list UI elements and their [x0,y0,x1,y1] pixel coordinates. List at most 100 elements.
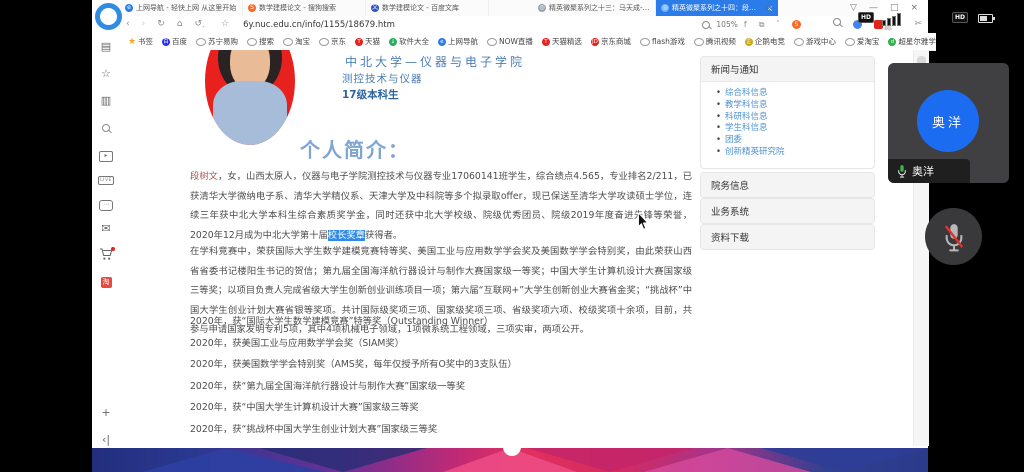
bookmark-item[interactable]: T 天猫精选 [542,36,582,47]
bookmark-item[interactable]: 京东 [319,36,346,47]
bookmark-item[interactable]: 淘宝 [283,36,310,47]
profile-photo [205,50,295,145]
participant-name-label: 奥洋 [912,163,934,179]
bookmark-item[interactable]: 企 企鹅电竞 [745,36,785,47]
minimize-button[interactable]: — [869,3,878,13]
chevron-down-icon[interactable]: ˅ [776,16,780,33]
search-icon[interactable] [92,122,120,135]
browser-tab[interactable]: S 数学建模论文 - 搜狗搜索 × [243,0,366,16]
sidebar-downloads-box[interactable]: 资料下载 [700,224,875,250]
add-tool-icon[interactable]: + [92,406,120,419]
sidebar-news-links: 综合科信息 教学科信息 科研科信息 学生科信息 团委 创新精英研究院 [701,88,874,159]
bookmark-label: 天猫 [365,36,380,47]
back-icon[interactable]: ‹ [126,16,130,33]
phone-screen: e 上网导航 - 轻快上网 从这里开始 × S 数学建模论文 - 搜狗搜索 × … [0,0,1024,472]
maximize-button[interactable]: □ [890,3,899,13]
bio-paragraph-1: 段树文，女，山西太原人，仪器与电子学院测控技术与仪器专业17060141班学生，… [190,167,692,245]
collapse-sidebar-icon[interactable]: ‹| [92,433,120,446]
share-f-icon[interactable]: f [744,16,747,33]
bookmark-item[interactable]: ↓ 软件大全 [389,36,429,47]
comments-icon[interactable]: ⋯ [92,196,120,211]
bookmark-item[interactable]: NOW直播 [487,36,533,47]
bookmark-item[interactable]: 腾讯视频 [694,36,736,47]
sidebar-news-title: 新闻与通知 [701,57,874,82]
address-url[interactable]: 6y.nuc.edu.cn/info/1155/18679.htm [243,20,395,30]
mute-microphone-button[interactable] [925,208,982,265]
signal-bars-icon [882,13,901,26]
close-button[interactable]: × [910,3,918,13]
zoom-lens-icon[interactable] [702,21,710,29]
volte-hd-icon: HD [858,12,874,23]
tab-title: 精英微聚系列之十四：段树文--量力 [672,3,761,13]
bookmark-label: 爱淘宝 [857,36,880,47]
screenshot-scissors-icon[interactable]: ✂ [914,16,922,33]
taobao-app-icon[interactable]: 淘 [92,274,120,288]
sidebar-news-link[interactable]: 综合科信息 [725,88,866,100]
bookmark-favicon-icon [319,38,329,46]
bookmark-item[interactable]: d 超星尔雅学习通 [888,36,936,47]
sidebar-news-link[interactable]: 学生科信息 [725,123,866,135]
bookmark-item[interactable]: 游戏中心 [794,36,836,47]
sidebar-news-link[interactable]: 创新精英研究院 [725,147,866,159]
browser-tab[interactable]: 文 数学建模论文 - 百度文库 × [366,0,489,16]
home-icon[interactable]: ⌂ [177,16,183,33]
send-page-icon[interactable]: ⧉ [759,16,765,33]
bookmark-label: 天猫精选 [552,36,582,47]
collection-card-icon[interactable]: ▤ [92,40,120,53]
bookmark-item[interactable]: T 天猫 [355,36,380,47]
zoom-level[interactable]: 105% [716,20,737,29]
section-title: 个人简介： [300,134,410,163]
new-tab-button[interactable]: + [760,0,776,16]
photo-shirt [213,81,287,145]
mail-icon[interactable]: ✉ [92,222,120,235]
bookmark-favicon-icon: 企 [745,38,753,46]
reload-icon[interactable]: ↻ [157,16,165,33]
bookmark-item[interactable]: flash游戏 [640,36,685,47]
bookmarks-bar: ★ 书签 百 百度 苏宁易购 搜索 [120,33,936,51]
grade-label: 17级本科生 [342,87,399,102]
bio-text-before: ，女，山西太原人，仪器与电子学院测控技术与仪器专业17060141班学生，综合绩… [190,171,692,240]
favorite-star-icon[interactable]: ☆ [221,16,229,33]
video-tv-icon[interactable]: ▸ [92,147,120,162]
bookmark-item[interactable]: JD 京东商城 [591,36,631,47]
bookmark-label: 百度 [172,36,187,47]
sidebar-systems-box[interactable]: 业务系统 [700,198,875,224]
bookmark-item[interactable]: 爱淘宝 [845,36,880,47]
sidebar-news-link[interactable]: 教学科信息 [725,100,866,112]
sidebar-news-link[interactable]: 科研科信息 [725,112,866,124]
sidebar-news-link[interactable]: 团委 [725,135,866,147]
bookmark-item[interactable]: ★ 书签 [128,36,153,47]
bookmark-favicon-icon: JD [591,38,599,46]
bookmark-label: 游戏中心 [806,36,836,47]
bookmark-item[interactable]: e 上网导航 [438,36,478,47]
sogou-extension-icon[interactable]: S [792,20,801,29]
bookmark-item[interactable]: 百 百度 [162,36,187,47]
participant-avatar: 奥洋 [917,90,979,152]
selected-text[interactable]: 校长奖章 [328,230,365,241]
bookmark-favicon-icon [283,38,293,46]
award-item: 2020年，获“第九届全国海洋航行器设计与制作大赛”国家级一等奖 [190,381,750,403]
bookmark-favicon-icon [845,38,855,46]
tab-favicon-icon: e [125,4,133,12]
browser-logo-icon[interactable] [95,3,122,30]
bookmark-item[interactable]: 搜索 [247,36,274,47]
bookmark-favicon-icon: 百 [162,38,170,46]
undo-icon[interactable]: ↺˯ [194,16,205,33]
sidebar-affairs-box[interactable]: 院务信息 [700,172,875,198]
reader-icon[interactable]: ▥ [92,94,120,107]
bookmark-label: 软件大全 [399,36,429,47]
forward-icon[interactable]: › [142,16,146,33]
bookmark-favicon-icon [247,38,257,46]
download-funnel-icon[interactable]: ▽ [850,3,857,13]
search-page-icon[interactable] [833,16,841,33]
video-call-panel[interactable]: 奥洋 奥洋 [888,63,1009,183]
bookmark-item[interactable]: 苏宁易购 [196,36,238,47]
browser-tab[interactable]: ◎ 精英微聚系列之十三：马天成--保剑... × [533,0,656,16]
cart-icon[interactable] [92,248,120,264]
browser-tab[interactable]: e 上网导航 - 轻快上网 从这里开始 × [120,0,243,16]
tab-favicon-icon: 文 [371,4,379,12]
bookmark-favicon-icon: e [438,38,446,46]
live-icon[interactable]: LIVE [92,171,120,185]
favorites-star-icon[interactable]: ☆ [92,67,120,80]
sidebar-news-box: 新闻与通知 综合科信息 教学科信息 科研科信息 学生科信息 团委 创新精英研究院 [700,56,875,169]
